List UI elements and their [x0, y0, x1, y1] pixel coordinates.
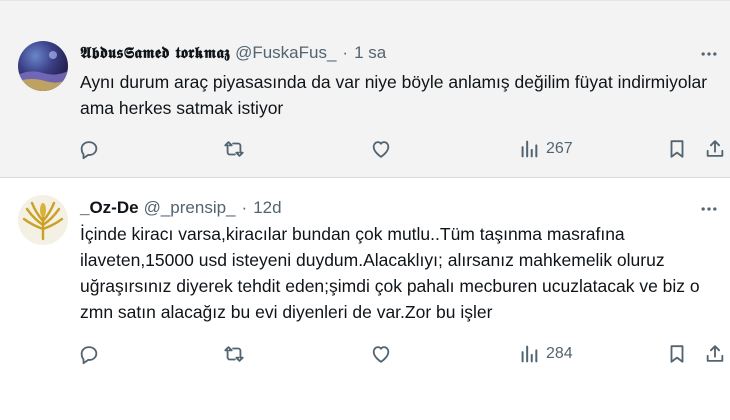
heart-icon: [372, 346, 390, 363]
avatar[interactable]: [18, 195, 68, 245]
more-options-button[interactable]: [698, 43, 720, 65]
avatar[interactable]: [18, 41, 68, 91]
heart-icon: [372, 141, 390, 158]
display-name[interactable]: 𝕬𝖇𝖉𝖚𝖘𝕾𝖆𝖒𝖊𝖉 𝖙𝖔𝖗𝖐𝖒𝖆𝖟: [80, 43, 230, 63]
timestamp[interactable]: 12d: [253, 198, 281, 218]
view-count: 267: [546, 140, 573, 157]
reply-icon: [80, 346, 98, 365]
more-horizontal-icon: [701, 207, 717, 211]
user-handle[interactable]: @FuskaFus_: [235, 43, 336, 63]
separator-dot: ·: [241, 198, 248, 217]
tweet-header: _Oz-De @_prensip_ · 12d: [80, 197, 282, 219]
share-icon: [706, 140, 724, 157]
share-icon: [706, 345, 724, 362]
action-bar: 267: [78, 134, 728, 164]
like-button[interactable]: [370, 339, 392, 369]
retweet-icon: [224, 141, 244, 157]
more-horizontal-icon: [701, 52, 717, 56]
bookmark-button[interactable]: [666, 339, 688, 369]
like-button[interactable]: [370, 134, 392, 164]
tweet-text: İçinde kiracı varsa,kiracılar bundan çok…: [80, 224, 700, 322]
tweet-reply-1[interactable]: 𝕬𝖇𝖉𝖚𝖘𝕾𝖆𝖒𝖊𝖉 𝖙𝖔𝖗𝖐𝖒𝖆𝖟 @FuskaFus_ · 1 sa Ayn…: [0, 0, 730, 178]
share-button[interactable]: [704, 134, 726, 164]
views-chart-icon: [521, 345, 538, 363]
reply-icon: [80, 141, 98, 160]
user-handle[interactable]: @_prensip_: [144, 198, 236, 218]
tweet-reply-2[interactable]: _Oz-De @_prensip_ · 12d İçinde kiracı va…: [0, 179, 730, 420]
display-name[interactable]: _Oz-De: [80, 198, 139, 218]
bookmark-button[interactable]: [666, 134, 688, 164]
tweet-text: Aynı durum araç piyasasında da var niye …: [80, 72, 708, 118]
retweet-button[interactable]: [223, 134, 245, 164]
reply-button[interactable]: [78, 339, 100, 369]
views-button[interactable]: 284: [518, 339, 573, 369]
bookmark-icon: [670, 345, 684, 363]
retweet-icon: [224, 346, 244, 362]
views-button[interactable]: 267: [518, 134, 573, 164]
view-count: 284: [546, 345, 573, 362]
more-options-button[interactable]: [698, 198, 720, 220]
views-chart-icon: [521, 140, 538, 158]
retweet-button[interactable]: [223, 339, 245, 369]
separator-dot: ·: [342, 43, 349, 62]
action-bar: 284: [78, 339, 728, 369]
timestamp[interactable]: 1 sa: [354, 43, 386, 63]
tweet-header: 𝕬𝖇𝖉𝖚𝖘𝕾𝖆𝖒𝖊𝖉 𝖙𝖔𝖗𝖐𝖒𝖆𝖟 @FuskaFus_ · 1 sa: [80, 42, 386, 64]
bookmark-icon: [670, 140, 684, 158]
share-button[interactable]: [704, 339, 726, 369]
reply-button[interactable]: [78, 134, 100, 164]
